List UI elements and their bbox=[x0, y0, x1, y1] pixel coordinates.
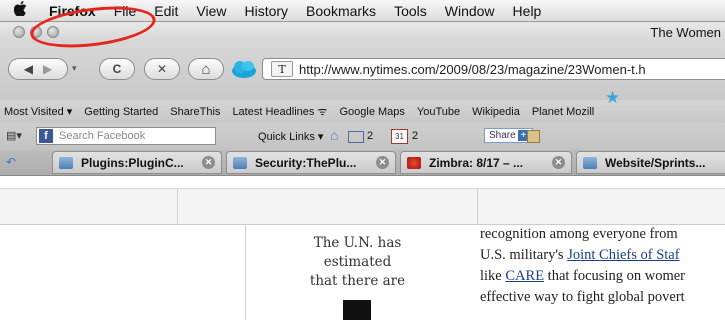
sync-cloud-icon[interactable] bbox=[230, 60, 258, 81]
facebook-search-placeholder: Search Facebook bbox=[59, 130, 146, 142]
joint-chiefs-link[interactable]: Joint Chiefs of Staf bbox=[567, 247, 679, 263]
extension-icon[interactable] bbox=[527, 130, 540, 143]
bookmark-planet-mozilla[interactable]: Planet Mozill bbox=[526, 106, 600, 118]
tab-label: Security:ThePlu... bbox=[255, 155, 357, 170]
tab-plugins[interactable]: Plugins:PluginC... ✕ bbox=[52, 151, 222, 174]
body-line: effective way to fight global povert bbox=[480, 289, 685, 305]
tab-favicon-icon bbox=[583, 156, 597, 169]
tab-favicon-icon bbox=[59, 156, 73, 169]
page-menu-icon[interactable]: ▤▾ bbox=[6, 129, 22, 142]
bookmark-most-visited[interactable]: Most Visited ▾ bbox=[0, 105, 78, 118]
history-dropdown-icon[interactable]: ▾ bbox=[72, 63, 77, 74]
window-title: The Women bbox=[650, 25, 721, 40]
tab-close-icon[interactable]: ✕ bbox=[376, 156, 389, 169]
big-numeral-fragment bbox=[343, 300, 371, 320]
bookmark-youtube[interactable]: YouTube bbox=[411, 106, 466, 118]
tab-security[interactable]: Security:ThePlu... ✕ bbox=[226, 151, 396, 174]
body-line: like CARE that focusing on womer bbox=[480, 266, 725, 287]
menu-bookmarks[interactable]: Bookmarks bbox=[297, 3, 385, 19]
menu-tools[interactable]: Tools bbox=[385, 3, 436, 19]
mail-icon[interactable] bbox=[348, 131, 364, 143]
tab-label: Website/Sprints... bbox=[605, 155, 706, 170]
menu-history[interactable]: History bbox=[235, 3, 297, 19]
list-all-tabs-icon[interactable]: ↶ bbox=[6, 155, 16, 169]
tab-label: Plugins:PluginC... bbox=[81, 155, 184, 170]
body-line: recognition among everyone from bbox=[480, 226, 678, 242]
stop-button[interactable]: ✕ bbox=[144, 58, 180, 80]
facebook-search-input[interactable]: f Search Facebook bbox=[36, 127, 216, 145]
column-divider bbox=[245, 225, 246, 320]
tab-website-sprints[interactable]: Website/Sprints... bbox=[576, 151, 725, 174]
calendar-icon[interactable]: 31 bbox=[391, 129, 408, 144]
close-window-button[interactable] bbox=[13, 26, 25, 38]
article-body: recognition among everyone from U.S. mil… bbox=[480, 224, 725, 308]
divider bbox=[177, 189, 178, 226]
tab-favicon-icon bbox=[233, 156, 247, 169]
pull-quote: The U.N. has estimated that there are bbox=[265, 234, 450, 291]
bookmark-wikipedia[interactable]: Wikipedia bbox=[466, 106, 526, 118]
quick-links-button[interactable]: Quick Links ▾ bbox=[258, 130, 323, 143]
back-icon[interactable]: ◀ bbox=[24, 62, 33, 76]
body-line: U.S. military's Joint Chiefs of Staf bbox=[480, 245, 725, 266]
url-text: http://www.nytimes.com/2009/08/23/magazi… bbox=[299, 61, 646, 77]
body-text: like bbox=[480, 268, 506, 284]
tab-close-icon[interactable]: ✕ bbox=[552, 156, 565, 169]
apple-menu-icon[interactable] bbox=[0, 1, 40, 20]
reload-button[interactable]: C bbox=[99, 58, 135, 80]
url-bar[interactable]: T http://www.nytimes.com/2009/08/23/maga… bbox=[262, 58, 725, 80]
wikipedia-star-icon: ★ bbox=[605, 88, 621, 107]
mail-count: 2 bbox=[367, 130, 374, 142]
home-small-icon[interactable]: ⌂ bbox=[330, 127, 338, 143]
page-header-strip bbox=[0, 188, 725, 226]
share-label: Share bbox=[489, 130, 516, 141]
tab-strip: ↶ Plugins:PluginC... ✕ Security:ThePlu..… bbox=[0, 150, 725, 176]
home-button[interactable]: ⌂ bbox=[188, 58, 224, 80]
tab-label: Zimbra: 8/17 – ... bbox=[429, 155, 524, 170]
body-text: U.S. military's bbox=[480, 247, 568, 263]
addon-toolbar: ▤▾ f Search Facebook Quick Links ▾ ⌂ 2 3… bbox=[0, 123, 725, 150]
bookmark-getting-started[interactable]: Getting Started bbox=[78, 106, 164, 118]
bookmark-sharethis[interactable]: ShareThis bbox=[164, 106, 226, 118]
tab-favicon-icon bbox=[407, 156, 421, 169]
menu-help[interactable]: Help bbox=[504, 3, 551, 19]
calendar-count: 2 bbox=[412, 130, 419, 142]
forward-icon[interactable]: ▶ bbox=[43, 62, 52, 76]
care-link[interactable]: CARE bbox=[505, 268, 544, 284]
share-button[interactable]: Share + bbox=[484, 128, 534, 143]
facebook-icon: f bbox=[39, 129, 53, 143]
bookmark-google-maps[interactable]: Google Maps bbox=[333, 106, 410, 118]
tab-zimbra[interactable]: Zimbra: 8/17 – ... ✕ bbox=[400, 151, 572, 174]
body-text: that focusing on womer bbox=[544, 268, 685, 284]
pull-quote-line: estimated bbox=[323, 254, 392, 270]
menu-view[interactable]: View bbox=[187, 3, 235, 19]
menu-window[interactable]: Window bbox=[436, 3, 504, 19]
bookmark-latest-headlines[interactable]: Latest Headlines ⁠ᯤ bbox=[226, 104, 333, 119]
site-identity-icon[interactable]: T bbox=[271, 61, 293, 77]
pull-quote-line: The U.N. has bbox=[313, 235, 402, 251]
divider bbox=[477, 189, 478, 226]
tab-close-icon[interactable]: ✕ bbox=[202, 156, 215, 169]
back-forward-group: ◀ ▶ bbox=[8, 58, 68, 80]
pull-quote-line: that there are bbox=[309, 273, 406, 289]
